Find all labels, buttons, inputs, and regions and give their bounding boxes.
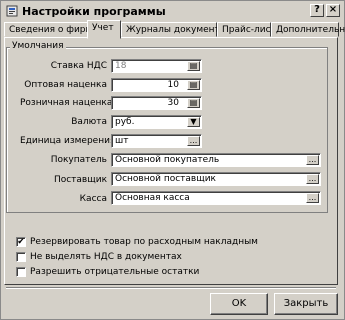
close-window-button[interactable]: × (326, 4, 340, 17)
help-icon: ? (314, 4, 320, 15)
cashbox-value: Основная касса (115, 193, 190, 203)
buyer-value: Основной покупатель (115, 155, 220, 165)
retail-markup-value: 30 (167, 98, 179, 108)
tab-price-list[interactable]: Прайс-лист (217, 22, 276, 37)
chevron-down-icon: ▼ (190, 117, 197, 126)
calculator-button[interactable]: ▤ (187, 80, 200, 90)
vat-rate-field[interactable]: 18 ▤ (111, 59, 202, 73)
negative-stock-label: Разрешить отрицательные остатки (30, 267, 200, 277)
currency-value: руб. (115, 117, 135, 127)
tab-additional[interactable]: Дополнительно (271, 22, 345, 37)
app-icon (6, 5, 18, 17)
ellipsis-button[interactable]: ... (306, 174, 319, 184)
window-title: Настройки программы (22, 5, 166, 18)
ok-button[interactable]: OK (210, 293, 268, 315)
currency-select[interactable]: руб. ▼ (111, 115, 202, 129)
ellipsis-icon: ... (308, 174, 317, 183)
retail-markup-field[interactable]: 30 ▤ (111, 96, 202, 110)
supplier-field[interactable]: Основной поставщик ... (111, 172, 321, 186)
ellipsis-button[interactable]: ... (306, 193, 319, 203)
title-bar: Настройки программы ? × (2, 2, 343, 20)
cashbox-label: Касса (79, 194, 107, 204)
supplier-value: Основной поставщик (115, 174, 216, 184)
wholesale-markup-value: 10 (167, 80, 179, 90)
calculator-icon: ▤ (189, 98, 198, 107)
checkmark-icon: ✔ (17, 237, 25, 247)
ellipsis-button[interactable]: ... (306, 155, 319, 165)
calculator-icon: ▤ (189, 61, 198, 70)
ellipsis-icon: ... (189, 136, 198, 145)
calculator-button[interactable]: ▤ (187, 98, 200, 108)
retail-markup-label: Розничная наценка (20, 98, 113, 108)
calculator-icon: ▤ (189, 80, 198, 89)
vat-rate-label: Ставка НДС (50, 61, 107, 71)
calculator-button[interactable]: ▤ (187, 61, 200, 71)
ellipsis-icon: ... (308, 193, 317, 202)
buyer-field[interactable]: Основной покупатель ... (111, 153, 321, 167)
wholesale-markup-label: Оптовая наценка (24, 80, 107, 90)
unit-field[interactable]: шт ... (111, 134, 202, 148)
defaults-group-label: Умолчания (10, 41, 66, 51)
reserve-goods-label: Резервировать товар по расходным накладн… (30, 237, 258, 247)
tab-accounting[interactable]: Учет (87, 20, 121, 39)
unit-value: шт (115, 136, 129, 146)
ellipsis-icon: ... (308, 155, 317, 164)
no-vat-label: Не выделять НДС в документах (30, 252, 182, 262)
supplier-label: Поставщик (53, 175, 107, 185)
buyer-label: Покупатель (50, 155, 107, 165)
close-button[interactable]: Закрыть (274, 293, 338, 315)
vat-rate-value: 18 (115, 61, 127, 71)
help-button[interactable]: ? (310, 4, 324, 17)
close-icon: × (328, 4, 338, 15)
cashbox-field[interactable]: Основная касса ... (111, 191, 321, 205)
dropdown-button[interactable]: ▼ (187, 117, 200, 127)
tab-doc-journals[interactable]: Журналы документов (121, 22, 231, 37)
currency-label: Валюта (71, 117, 107, 127)
unit-label: Единица измерения (20, 136, 116, 146)
no-vat-checkbox[interactable] (16, 252, 26, 262)
tab-company-info[interactable]: Сведения о фирме (4, 22, 98, 37)
negative-stock-checkbox[interactable] (16, 267, 26, 277)
divider (6, 287, 336, 289)
reserve-goods-checkbox[interactable]: ✔ (16, 237, 26, 247)
ellipsis-button[interactable]: ... (187, 136, 200, 146)
wholesale-markup-field[interactable]: 10 ▤ (111, 78, 202, 92)
